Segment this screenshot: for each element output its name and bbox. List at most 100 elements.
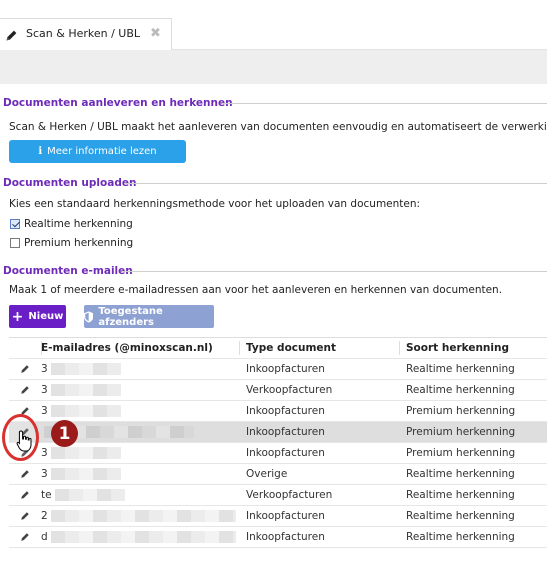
tab-title: Scan & Herken / UBL — [26, 27, 141, 40]
hand-cursor-icon — [16, 430, 32, 452]
tab-scan-herken[interactable]: Scan & Herken / UBL ✖ — [0, 18, 172, 50]
pencil-icon[interactable] — [20, 385, 30, 395]
section-divider — [124, 183, 547, 184]
edit-cell[interactable] — [9, 485, 41, 505]
plus-icon: + — [11, 308, 24, 325]
recognition-cell: Realtime herkenning — [406, 384, 515, 396]
toolbar-strip — [0, 50, 547, 84]
header-edit-col — [9, 338, 41, 358]
email-cell: 3 — [41, 380, 239, 400]
email-cell: 2 — [41, 506, 239, 526]
email-value: te — [41, 489, 52, 501]
email-value: 3 — [41, 384, 48, 396]
close-icon[interactable]: ✖ — [150, 26, 161, 41]
edit-cell[interactable] — [9, 506, 41, 526]
recognition-cell: Realtime herkenning — [406, 468, 515, 480]
redacted-email — [50, 468, 121, 480]
email-value: 3 — [41, 447, 48, 459]
redacted-email — [50, 384, 121, 396]
table-row[interactable]: 2 Inkoopfacturen Realtime herkenning — [9, 506, 547, 527]
pencil-icon — [6, 30, 17, 41]
table-row[interactable]: te Verkoopfacturen Realtime herkenning — [9, 485, 547, 506]
email-value: 3 — [41, 468, 48, 480]
aanleveren-description: Scan & Herken / UBL maakt het aanleveren… — [9, 121, 547, 133]
pencil-icon[interactable] — [20, 469, 30, 479]
table-row[interactable]: 3 Inkoopfacturen Realtime herkenning — [9, 359, 547, 380]
column-divider — [239, 341, 240, 355]
table-row[interactable]: 3 Inkoopfacturen Premium herkenning — [9, 443, 547, 464]
tab-bar: Scan & Herken / UBL ✖ — [0, 0, 547, 50]
type-cell: Inkoopfacturen — [246, 531, 325, 543]
uploaden-description: Kies een standaard herkenningsmethode vo… — [9, 198, 421, 210]
email-cell: d — [41, 527, 239, 547]
redacted-email — [50, 363, 121, 375]
edit-cell[interactable] — [9, 359, 41, 379]
type-cell: Inkoopfacturen — [246, 426, 325, 438]
edit-cell[interactable] — [9, 527, 41, 547]
type-cell: Verkoopfacturen — [246, 384, 333, 396]
table-row[interactable]: 3 Inkoopfacturen Premium herkenning — [9, 401, 547, 422]
table-row[interactable]: 3 Overige Realtime herkenning — [9, 464, 547, 485]
type-cell: Inkoopfacturen — [246, 405, 325, 417]
type-cell: Inkoopfacturen — [246, 447, 325, 459]
option-realtime[interactable]: Realtime herkenning — [10, 218, 133, 230]
pencil-icon[interactable] — [20, 364, 30, 374]
type-cell: Inkoopfacturen — [246, 363, 325, 375]
premium-checkbox[interactable] — [10, 238, 20, 248]
header-email[interactable]: E-mailadres (@minoxscan.nl) — [41, 338, 239, 358]
table-row[interactable]: 3 Verkoopfacturen Realtime herkenning — [9, 380, 547, 401]
more-info-button[interactable]: i Meer informatie lezen — [9, 140, 186, 163]
recognition-cell: Realtime herkenning — [406, 363, 515, 375]
option-premium[interactable]: Premium herkenning — [10, 237, 133, 249]
table-header-row: E-mailadres (@minoxscan.nl) Type documen… — [9, 338, 547, 359]
redacted-email — [50, 510, 236, 522]
section-divider — [122, 271, 547, 272]
email-table: E-mailadres (@minoxscan.nl) Type documen… — [9, 337, 547, 548]
section-divider — [222, 103, 547, 104]
column-divider — [399, 341, 400, 355]
header-recognition[interactable]: Soort herkenning — [406, 338, 547, 358]
pencil-icon[interactable] — [20, 532, 30, 542]
edit-cell[interactable] — [9, 380, 41, 400]
section-title-aanleveren: Documenten aanleveren en herkennen — [3, 97, 233, 109]
email-cell: te — [41, 485, 239, 505]
new-button-label: Nieuw — [28, 311, 64, 322]
redacted-email — [50, 447, 121, 459]
recognition-cell: Premium herkenning — [406, 426, 516, 438]
type-cell: Verkoopfacturen — [246, 489, 333, 501]
email-value: 3 — [41, 363, 48, 375]
email-value: d — [41, 531, 48, 543]
recognition-cell: Premium herkenning — [406, 447, 516, 459]
allowed-senders-button[interactable]: Toegestane afzenders — [84, 305, 214, 328]
redacted-email — [54, 489, 125, 501]
new-button[interactable]: + Nieuw — [9, 305, 66, 328]
email-value: 2 — [41, 510, 48, 522]
edit-cell[interactable] — [9, 464, 41, 484]
email-value: 3 — [41, 405, 48, 417]
email-cell: 3 — [41, 443, 239, 463]
section-title-uploaden: Documenten uploaden — [3, 177, 137, 189]
email-cell: 3 — [41, 359, 239, 379]
email-cell: 3 — [41, 401, 239, 421]
redacted-email — [50, 405, 121, 417]
table-row[interactable]: Inkoopfacturen Premium herkenning — [9, 422, 547, 443]
info-icon: i — [38, 146, 43, 157]
redacted-email — [50, 531, 236, 543]
header-type[interactable]: Type document — [246, 338, 396, 358]
recognition-cell: Realtime herkenning — [406, 531, 515, 543]
emailen-description: Maak 1 of meerdere e-mailadressen aan vo… — [9, 284, 503, 296]
pencil-icon[interactable] — [20, 511, 30, 521]
email-cell: 3 — [41, 464, 239, 484]
table-row[interactable]: d Inkoopfacturen Realtime herkenning — [9, 527, 547, 548]
premium-label: Premium herkenning — [24, 237, 134, 249]
shield-icon — [84, 310, 94, 323]
realtime-checkbox[interactable] — [10, 219, 20, 229]
type-cell: Inkoopfacturen — [246, 510, 325, 522]
recognition-cell: Realtime herkenning — [406, 510, 515, 522]
realtime-label: Realtime herkenning — [24, 218, 133, 230]
type-cell: Overige — [246, 468, 288, 480]
pencil-icon[interactable] — [20, 490, 30, 500]
section-title-emailen: Documenten e-mailen — [3, 265, 133, 277]
allowed-senders-label: Toegestane afzenders — [98, 305, 163, 328]
more-info-label: Meer informatie lezen — [47, 146, 157, 157]
